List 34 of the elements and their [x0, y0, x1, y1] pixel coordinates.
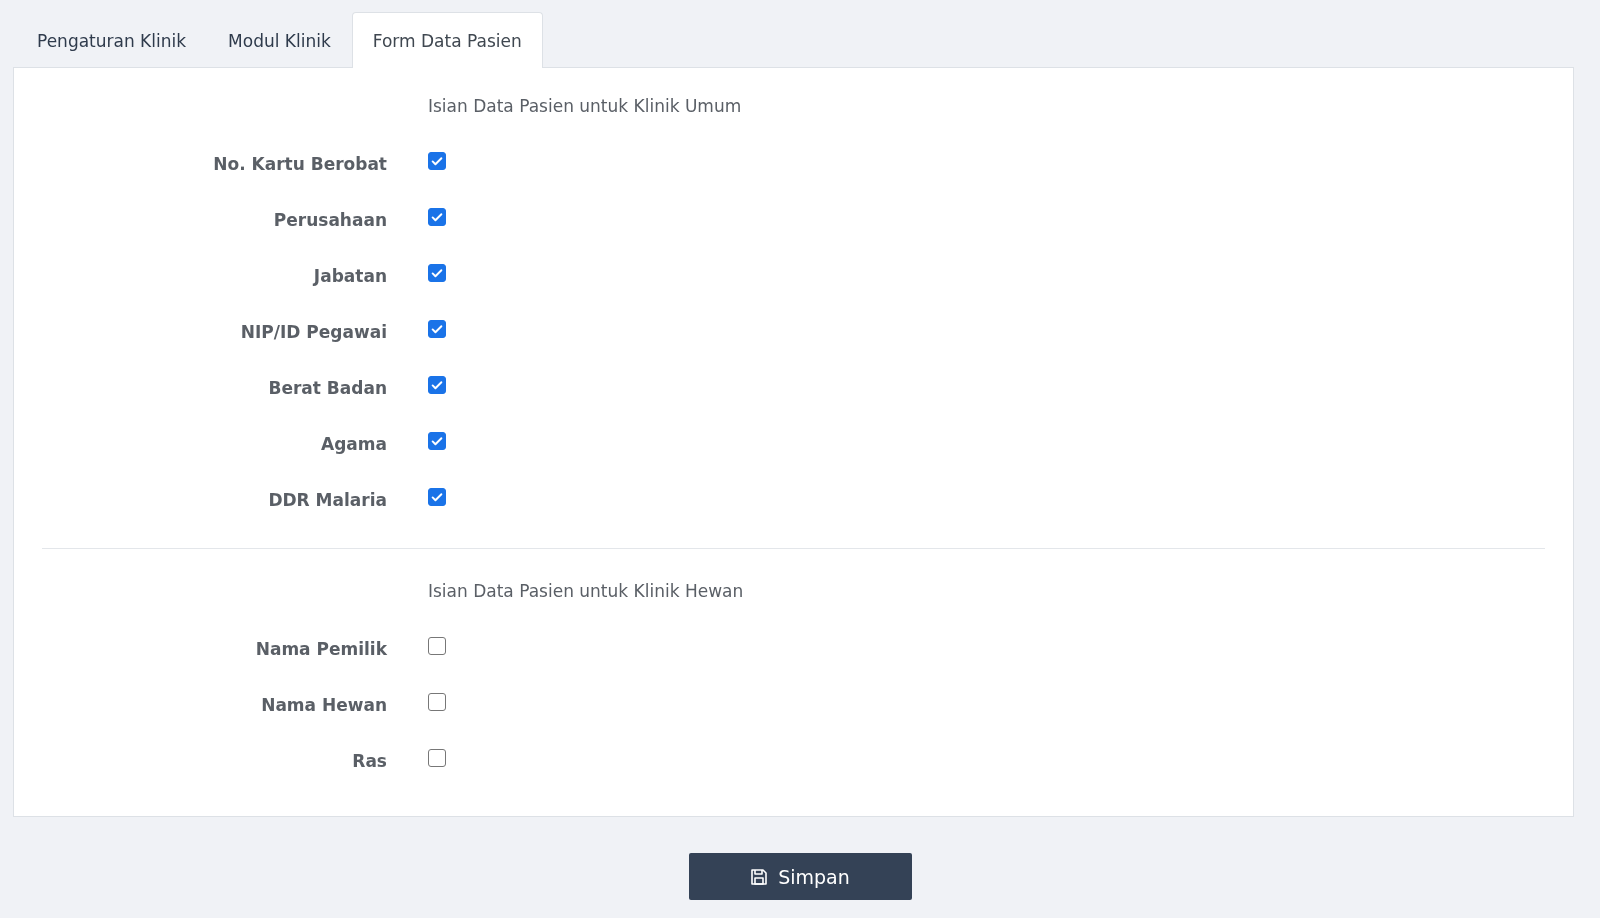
field-label: Jabatan [311, 265, 387, 288]
checkbox[interactable] [428, 320, 446, 338]
check-icon [430, 378, 444, 392]
field-label: NIP/ID Pegawai [239, 321, 387, 344]
field-label: No. Kartu Berobat [212, 153, 387, 176]
checkbox[interactable] [428, 637, 446, 655]
check-icon [430, 210, 444, 224]
tab[interactable]: Form Data Pasien [351, 12, 543, 68]
checkbox[interactable] [428, 488, 446, 506]
field-label: Nama Pemilik [254, 638, 387, 661]
checkbox[interactable] [428, 376, 446, 394]
section-heading: Isian Data Pasien untuk Klinik Umum [428, 96, 743, 118]
save-button[interactable]: Simpan [688, 853, 912, 900]
save-icon [750, 867, 769, 886]
checkbox[interactable] [428, 152, 446, 170]
checkbox[interactable] [428, 749, 446, 767]
checkbox[interactable] [428, 208, 446, 226]
tab[interactable]: Pengaturan Klinik [16, 12, 208, 68]
field-label: Berat Badan [267, 377, 387, 400]
field-label: Nama Hewan [260, 694, 387, 717]
field-label: Perusahaan [272, 209, 387, 232]
checkbox[interactable] [428, 432, 446, 450]
check-icon [430, 154, 444, 168]
check-icon [430, 322, 444, 336]
check-icon [430, 490, 444, 504]
section-heading: Isian Data Pasien untuk Klinik Hewan [428, 581, 745, 603]
field-label: Agama [320, 433, 387, 456]
tab[interactable]: Modul Klinik [207, 12, 352, 68]
checkbox[interactable] [428, 693, 446, 711]
field-label: DDR Malaria [267, 489, 387, 512]
checkbox[interactable] [428, 264, 446, 282]
check-icon [430, 266, 444, 280]
field-label: Ras [351, 750, 387, 773]
check-icon [430, 434, 444, 448]
